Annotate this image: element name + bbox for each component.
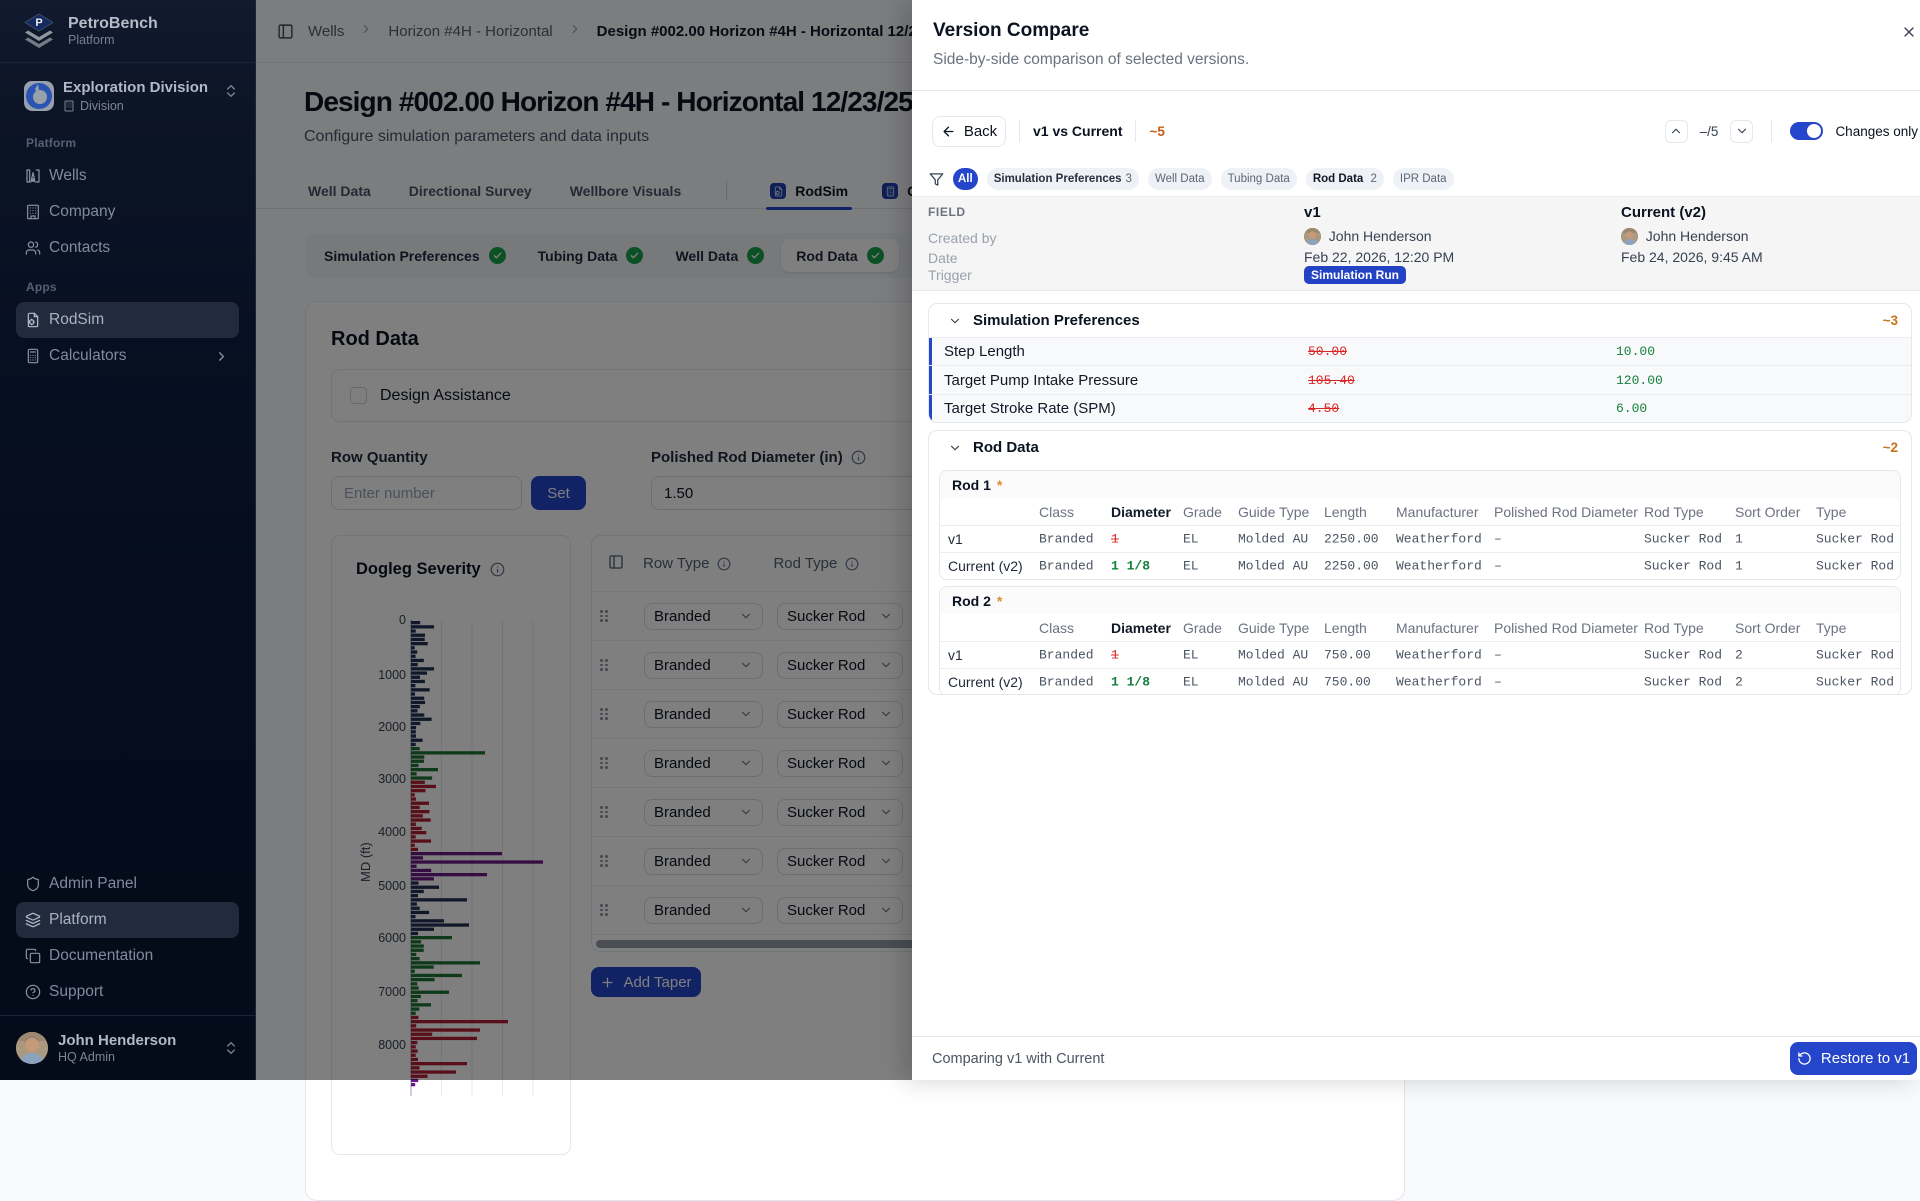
svg-text:P: P: [35, 17, 42, 29]
